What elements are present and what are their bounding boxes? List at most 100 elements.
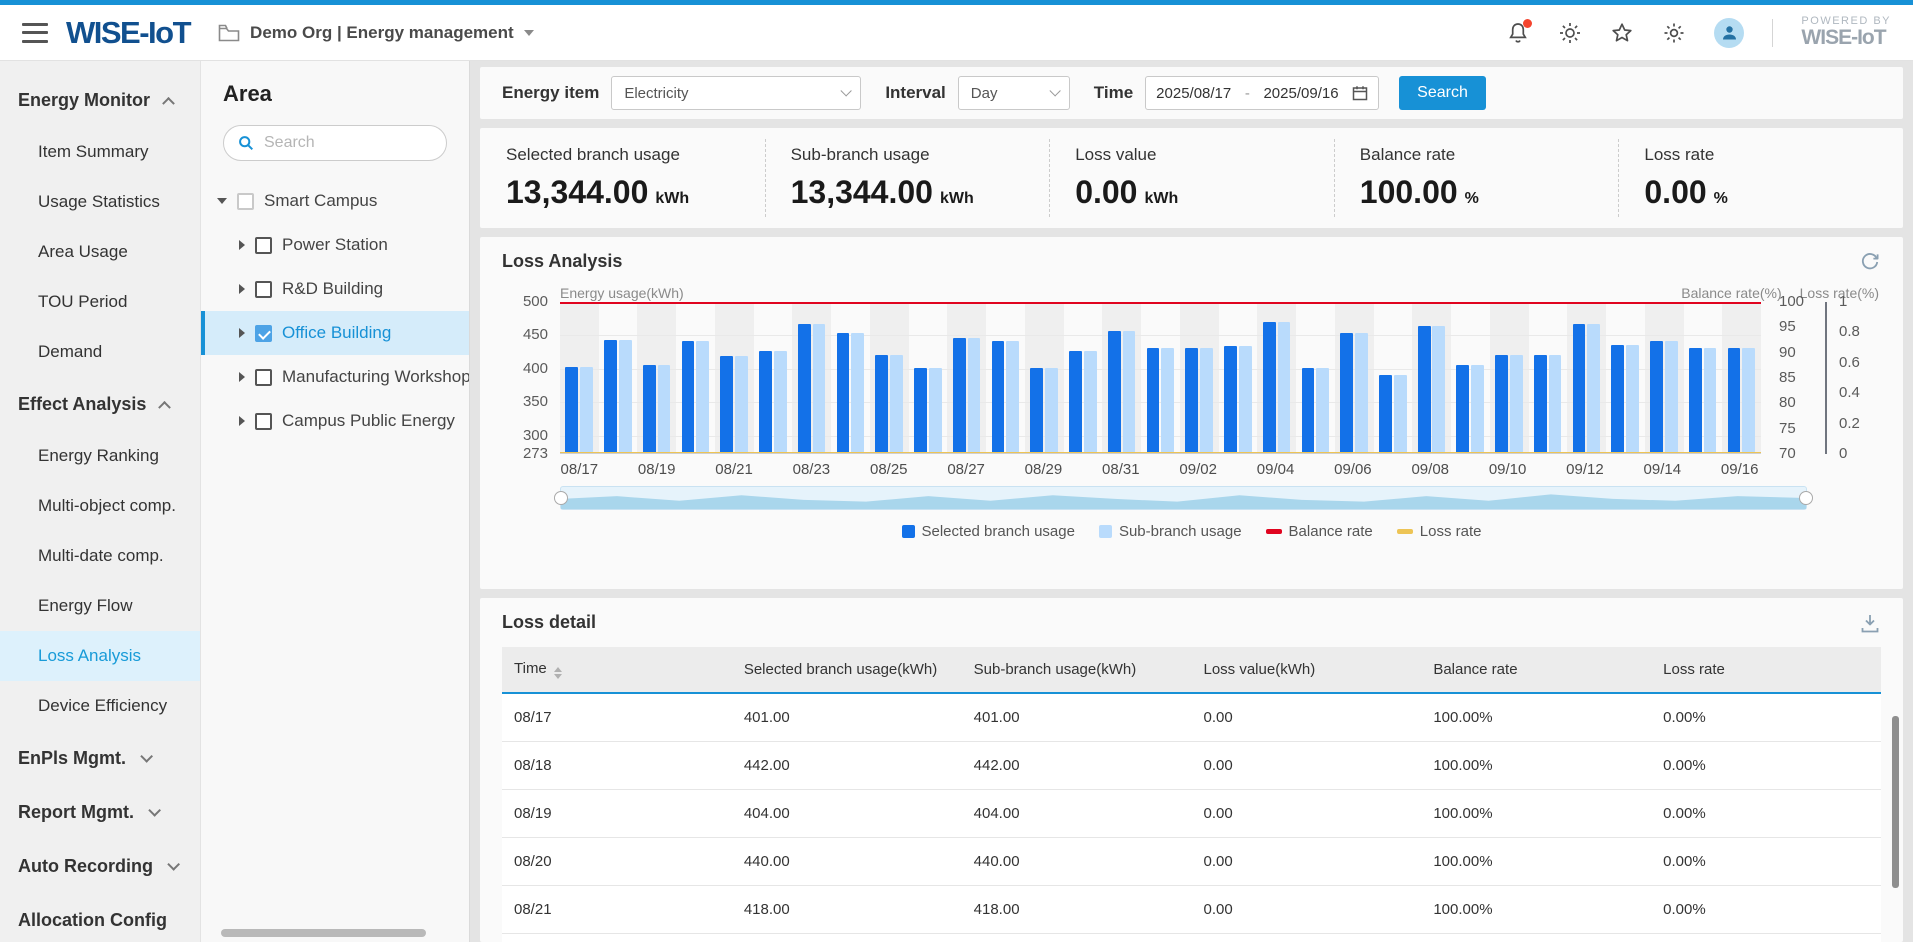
chart-plot[interactable] <box>560 302 1761 454</box>
table-row[interactable]: 08/20440.00440.000.00100.00%0.00% <box>502 838 1881 886</box>
bar-sub-branch-usage[interactable] <box>774 351 787 453</box>
bar-selected-branch-usage[interactable] <box>953 338 966 453</box>
bar-sub-branch-usage[interactable] <box>968 338 981 453</box>
bar-selected-branch-usage[interactable] <box>1147 348 1160 453</box>
table-row[interactable]: 08/19404.00404.000.00100.00%0.00% <box>502 790 1881 838</box>
bar-selected-branch-usage[interactable] <box>1224 346 1237 453</box>
bar-selected-branch-usage[interactable] <box>875 355 888 453</box>
checkbox[interactable] <box>255 281 272 298</box>
bar-selected-branch-usage[interactable] <box>914 368 927 453</box>
bar-sub-branch-usage[interactable] <box>696 341 709 453</box>
table-scrollbar[interactable] <box>1892 716 1899 888</box>
sidebar-item-item-summary[interactable]: Item Summary <box>0 127 200 177</box>
caret-right-icon[interactable] <box>239 284 245 294</box>
legend-item-balance-rate[interactable]: Balance rate <box>1266 523 1373 540</box>
bar-selected-branch-usage[interactable] <box>1456 365 1469 453</box>
tree-node-smart-campus[interactable]: Smart Campus <box>201 179 469 223</box>
bar-sub-branch-usage[interactable] <box>1432 326 1445 453</box>
search-button[interactable]: Search <box>1399 76 1486 110</box>
bar-sub-branch-usage[interactable] <box>1316 368 1329 453</box>
column-header-time[interactable]: Time <box>502 647 732 693</box>
checkbox[interactable] <box>255 237 272 254</box>
bar-sub-branch-usage[interactable] <box>813 324 826 453</box>
sidebar-item-loss-analysis[interactable]: Loss Analysis <box>0 631 200 681</box>
bar-sub-branch-usage[interactable] <box>1123 331 1136 453</box>
bar-selected-branch-usage[interactable] <box>565 367 578 453</box>
tree-node-office-building[interactable]: Office Building <box>201 311 469 355</box>
table-row[interactable]: 08/17401.00401.000.00100.00%0.00% <box>502 693 1881 742</box>
datazoom-slider[interactable] <box>560 486 1807 510</box>
bar-sub-branch-usage[interactable] <box>851 333 864 453</box>
bell-icon[interactable] <box>1506 21 1530 45</box>
sidebar-item-multi-date-comp[interactable]: Multi-date comp. <box>0 531 200 581</box>
bar-selected-branch-usage[interactable] <box>1340 333 1353 453</box>
bar-sub-branch-usage[interactable] <box>658 365 671 453</box>
bar-sub-branch-usage[interactable] <box>735 356 748 453</box>
bar-selected-branch-usage[interactable] <box>1728 348 1741 453</box>
sidebar-item-usage-statistics[interactable]: Usage Statistics <box>0 177 200 227</box>
bar-selected-branch-usage[interactable] <box>643 365 656 453</box>
bar-sub-branch-usage[interactable] <box>1161 348 1174 453</box>
table-row[interactable]: 08/22425.00425.000.00100.00%0.00% <box>502 934 1881 942</box>
bar-selected-branch-usage[interactable] <box>1185 348 1198 453</box>
sidebar-item-demand[interactable]: Demand <box>0 327 200 377</box>
bar-selected-branch-usage[interactable] <box>1069 351 1082 453</box>
caret-right-icon[interactable] <box>239 416 245 426</box>
brightness-icon[interactable] <box>1558 21 1582 45</box>
bar-selected-branch-usage[interactable] <box>1418 326 1431 453</box>
slider-handle-right[interactable] <box>1799 491 1813 505</box>
bar-sub-branch-usage[interactable] <box>1626 345 1639 453</box>
sidebar-section-energy-monitor[interactable]: Energy Monitor <box>0 73 200 127</box>
bar-sub-branch-usage[interactable] <box>1704 348 1717 453</box>
caret-down-icon[interactable] <box>217 198 227 204</box>
tree-node-manufacturing-workshop[interactable]: Manufacturing Workshop <box>201 355 469 399</box>
org-breadcrumb[interactable]: Demo Org | Energy management <box>218 23 534 43</box>
tree-node-r-d-building[interactable]: R&D Building <box>201 267 469 311</box>
bar-selected-branch-usage[interactable] <box>1573 324 1586 453</box>
bar-selected-branch-usage[interactable] <box>1302 368 1315 453</box>
avatar[interactable] <box>1714 18 1744 48</box>
bar-selected-branch-usage[interactable] <box>759 351 772 453</box>
bar-sub-branch-usage[interactable] <box>890 355 903 453</box>
bar-selected-branch-usage[interactable] <box>682 341 695 453</box>
caret-right-icon[interactable] <box>239 240 245 250</box>
sidebar-item-area-usage[interactable]: Area Usage <box>0 227 200 277</box>
bar-selected-branch-usage[interactable] <box>1263 322 1276 453</box>
bar-sub-branch-usage[interactable] <box>1549 355 1562 453</box>
tree-node-power-station[interactable]: Power Station <box>201 223 469 267</box>
star-icon[interactable] <box>1610 21 1634 45</box>
bar-sub-branch-usage[interactable] <box>619 340 632 453</box>
gear-icon[interactable] <box>1662 21 1686 45</box>
bar-selected-branch-usage[interactable] <box>1030 368 1043 453</box>
bar-sub-branch-usage[interactable] <box>1742 348 1755 453</box>
interval-select[interactable]: Day <box>958 76 1070 110</box>
bar-selected-branch-usage[interactable] <box>1689 348 1702 453</box>
sidebar-section-report-mgmt[interactable]: Report Mgmt. <box>0 785 200 839</box>
bar-selected-branch-usage[interactable] <box>720 356 733 453</box>
bar-sub-branch-usage[interactable] <box>1394 375 1407 453</box>
date-range-picker[interactable]: 2025/08/17 - 2025/09/16 <box>1145 76 1379 110</box>
sidebar-section-auto-recording[interactable]: Auto Recording <box>0 839 200 893</box>
legend-item-loss-rate[interactable]: Loss rate <box>1397 523 1482 540</box>
caret-right-icon[interactable] <box>239 328 245 338</box>
energy-item-select[interactable]: Electricity <box>611 76 861 110</box>
bar-selected-branch-usage[interactable] <box>1650 341 1663 453</box>
caret-right-icon[interactable] <box>239 372 245 382</box>
bar-selected-branch-usage[interactable] <box>992 341 1005 453</box>
tree-node-campus-public-energy[interactable]: Campus Public Energy <box>201 399 469 443</box>
bar-sub-branch-usage[interactable] <box>1471 365 1484 453</box>
refresh-icon[interactable] <box>1859 251 1881 273</box>
bar-selected-branch-usage[interactable] <box>1379 375 1392 453</box>
sidebar-section-enpls-mgmt[interactable]: EnPls Mgmt. <box>0 731 200 785</box>
bar-selected-branch-usage[interactable] <box>798 324 811 453</box>
bar-sub-branch-usage[interactable] <box>1355 333 1368 453</box>
bar-selected-branch-usage[interactable] <box>1495 355 1508 453</box>
slider-handle-left[interactable] <box>554 491 568 505</box>
table-row[interactable]: 08/21418.00418.000.00100.00%0.00% <box>502 886 1881 934</box>
bar-sub-branch-usage[interactable] <box>1006 341 1019 453</box>
bar-sub-branch-usage[interactable] <box>1587 324 1600 453</box>
sort-icon[interactable] <box>554 667 562 679</box>
bar-selected-branch-usage[interactable] <box>1534 355 1547 453</box>
sidebar-item-energy-ranking[interactable]: Energy Ranking <box>0 431 200 481</box>
checkbox[interactable] <box>255 413 272 430</box>
